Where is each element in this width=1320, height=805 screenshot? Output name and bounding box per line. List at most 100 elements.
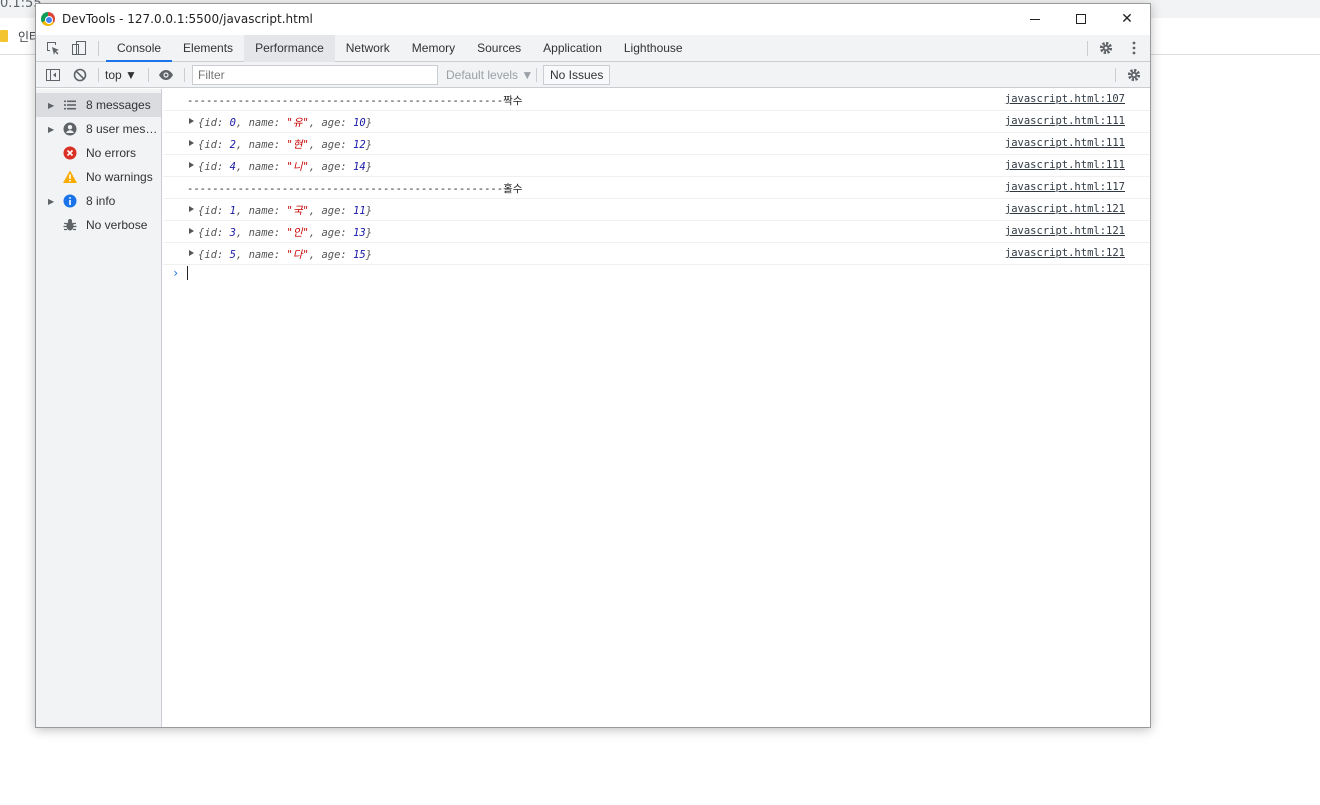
sidebar-item-verbose[interactable]: ▶No verbose [36, 213, 161, 237]
object-preview[interactable]: {id: 3, name: "인", age: 13} [198, 225, 372, 240]
object-key: {id: [198, 227, 230, 239]
console-input-caret[interactable] [187, 266, 188, 280]
toolbar-divider [1115, 68, 1116, 82]
console-output[interactable]: ----------------------------------------… [163, 89, 1150, 727]
object-key: } [365, 249, 373, 261]
object-key: } [365, 117, 373, 129]
object-string-value: "다" [286, 249, 309, 261]
object-number-value: 13 [353, 227, 366, 239]
sidebar-item-label: 8 messages [86, 98, 151, 112]
minimize-button[interactable] [1012, 4, 1058, 34]
devtools-window: DevTools - 127.0.0.1:5500/javascript.htm… [35, 3, 1151, 728]
source-link[interactable]: javascript.html:111 [1005, 159, 1125, 171]
sidebar-item-label: No verbose [86, 218, 148, 232]
source-link[interactable]: javascript.html:121 [1005, 247, 1125, 259]
object-key: , age: [308, 205, 354, 217]
maximize-button[interactable] [1058, 4, 1104, 34]
tab-elements[interactable]: Elements [172, 35, 244, 62]
console-message-row: {id: 2, name: "현", age: 12} javascript.ht… [163, 133, 1150, 155]
object-preview[interactable]: {id: 4, name: "니", age: 14} [198, 159, 372, 174]
object-preview[interactable]: {id: 1, name: "국", age: 11} [198, 203, 372, 218]
toolbar-divider [536, 68, 537, 82]
tab-application[interactable]: Application [532, 35, 613, 62]
log-text: ----------------------------------------… [187, 95, 523, 107]
sidebar-item-warning[interactable]: ▶No warnings [36, 165, 161, 189]
source-link[interactable]: javascript.html:117 [1005, 181, 1125, 193]
toolbar-divider [1087, 41, 1088, 56]
console-settings-gear-icon[interactable] [1126, 67, 1142, 83]
object-key: } [365, 205, 373, 217]
expand-arrow-icon[interactable]: ▶ [48, 125, 56, 134]
sidebar-item-error[interactable]: ▶No errors [36, 141, 161, 165]
minimize-icon [1030, 18, 1040, 20]
object-key: , age: [308, 161, 354, 173]
source-link[interactable]: javascript.html:111 [1005, 115, 1125, 127]
warning-icon [62, 169, 78, 185]
object-key: {id: [198, 139, 230, 151]
sidebar-item-list[interactable]: ▶ 8 messages [36, 93, 161, 117]
object-key: } [365, 139, 373, 151]
inspect-element-icon[interactable] [45, 40, 61, 56]
console-message-row: {id: 3, name: "인", age: 13} javascript.ht… [163, 221, 1150, 243]
expand-object-icon[interactable] [189, 140, 194, 146]
object-key: , name: [235, 227, 287, 239]
tab-console[interactable]: Console [106, 35, 173, 62]
error-icon [62, 145, 78, 161]
issues-button[interactable]: No Issues [543, 65, 611, 85]
tab-performance[interactable]: Performance [244, 35, 335, 62]
panel-tabs: Console Elements Performance Network Memory S… [106, 35, 694, 62]
object-key: } [365, 227, 373, 239]
sidebar-item-info[interactable]: ▶ 8 info [36, 189, 161, 213]
tab-sources[interactable]: Sources [466, 35, 532, 62]
bookmark-folder-icon [0, 30, 8, 42]
expand-object-icon[interactable] [189, 118, 194, 124]
context-selector[interactable]: top ▼ [105, 66, 137, 84]
live-expression-eye-icon[interactable] [158, 67, 174, 83]
expand-object-icon[interactable] [189, 206, 194, 212]
log-text: ----------------------------------------… [187, 183, 523, 195]
object-key: , name: [235, 117, 287, 129]
expand-object-icon[interactable] [189, 162, 194, 168]
expand-object-icon[interactable] [189, 250, 194, 256]
log-levels-dropdown[interactable]: Default levels ▼ [446, 66, 533, 84]
object-key: , name: [235, 205, 287, 217]
sidebar-toggle-icon[interactable] [45, 67, 61, 83]
settings-gear-icon[interactable] [1098, 40, 1114, 56]
object-key: {id: [198, 249, 230, 261]
filter-input[interactable]: Filter [192, 65, 438, 85]
toolbar-divider [184, 68, 185, 82]
more-options-icon[interactable] [1126, 40, 1142, 56]
expand-arrow-icon[interactable]: ▶ [48, 197, 56, 206]
object-number-value: 14 [353, 161, 366, 173]
object-preview[interactable]: {id: 2, name: "현", age: 12} [198, 137, 372, 152]
object-number-value: 10 [353, 117, 366, 129]
info-icon [62, 193, 78, 209]
maximize-icon [1076, 14, 1086, 24]
device-toolbar-icon[interactable] [71, 40, 87, 56]
object-number-value: 12 [353, 139, 366, 151]
console-prompt-icon: › [172, 266, 180, 280]
object-string-value: "인" [286, 227, 309, 239]
source-link[interactable]: javascript.html:107 [1005, 93, 1125, 105]
object-preview[interactable]: {id: 5, name: "다", age: 15} [198, 247, 372, 262]
console-message-row: {id: 0, name: "유", age: 10} javascript.ht… [163, 111, 1150, 133]
tab-network[interactable]: Network [335, 35, 401, 62]
expand-arrow-icon[interactable]: ▶ [48, 101, 56, 110]
object-key: {id: [198, 161, 230, 173]
object-key: , name: [235, 249, 287, 261]
expand-object-icon[interactable] [189, 228, 194, 234]
source-link[interactable]: javascript.html:111 [1005, 137, 1125, 149]
object-key: , age: [308, 117, 354, 129]
console-message-row: ----------------------------------------… [163, 89, 1150, 111]
clear-console-icon[interactable] [72, 67, 88, 83]
object-key: {id: [198, 117, 230, 129]
source-link[interactable]: javascript.html:121 [1005, 225, 1125, 237]
object-preview[interactable]: {id: 0, name: "유", age: 10} [198, 115, 372, 130]
tab-lighthouse[interactable]: Lighthouse [613, 35, 694, 62]
console-message-row: {id: 5, name: "다", age: 15} javascript.ht… [163, 243, 1150, 265]
tab-memory[interactable]: Memory [401, 35, 466, 62]
close-button[interactable]: ✕ [1104, 4, 1150, 34]
source-link[interactable]: javascript.html:121 [1005, 203, 1125, 215]
sidebar-item-user[interactable]: ▶ 8 user mess... [36, 117, 161, 141]
object-key: , age: [308, 139, 354, 151]
